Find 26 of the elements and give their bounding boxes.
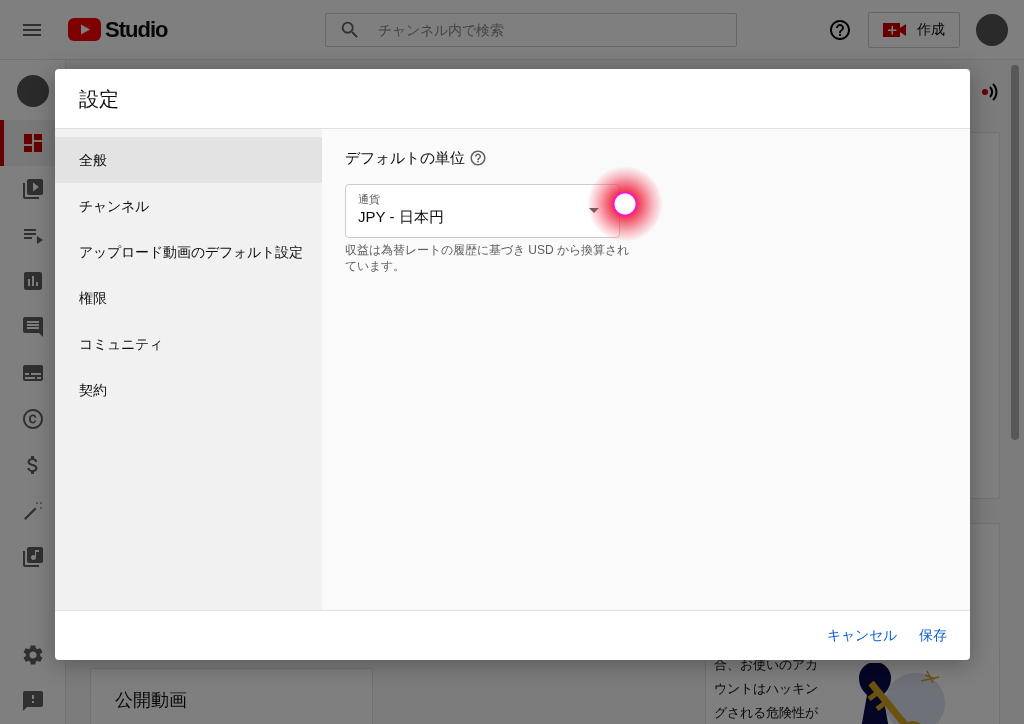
video-library-icon [20,177,45,201]
settings-tab[interactable]: チャンネル [55,183,322,229]
channel-avatar[interactable] [16,75,49,107]
settings-tab[interactable]: コミュニティ [55,321,322,367]
comment-icon [20,315,45,339]
help-text: 収益は為替レートの履歴に基づき USD から換算されています。 [345,241,630,274]
settings-tab[interactable]: 契約 [55,367,322,413]
play-logo-icon [68,18,101,41]
settings-tab[interactable]: 全般 [55,137,322,183]
feedback-icon [20,689,45,713]
video-camera-icon [883,21,907,38]
card-title: 公開動画 [115,689,188,712]
logo-text[interactable]: Studio [105,18,168,41]
section-title: デフォルトの単位 [345,148,465,168]
scrollbar-thumb[interactable] [1011,65,1019,440]
dialog-button[interactable]: キャンセル [818,619,906,652]
help-icon[interactable] [828,17,852,42]
copyright-icon [20,407,45,431]
dialog-title: 設定 [79,86,119,112]
dialog-button[interactable]: 保存 [910,619,956,652]
music-library-icon [20,545,45,569]
help-icon[interactable] [469,149,487,168]
avatar[interactable] [976,13,1008,46]
settings-tab[interactable]: 権限 [55,275,322,321]
settings-tab[interactable]: アップロード動画のデフォルト設定 [55,229,322,275]
create-button[interactable]: 作成 [868,11,960,48]
